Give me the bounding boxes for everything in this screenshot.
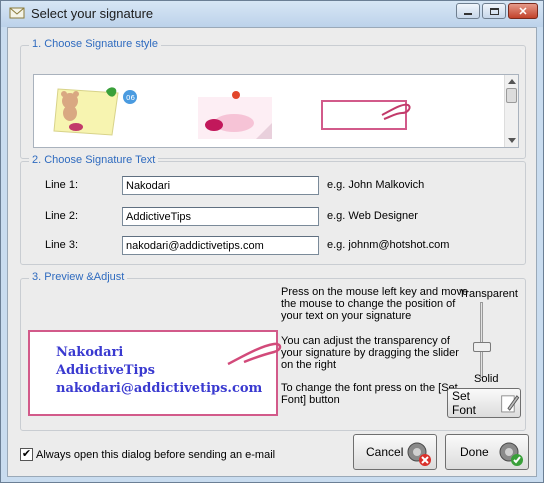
- minimize-button[interactable]: [456, 3, 480, 19]
- signature-style-group: 1. Choose Signature style 06: [20, 38, 526, 159]
- envelope-icon: [9, 7, 25, 19]
- signature-style-list[interactable]: 06: [33, 74, 519, 148]
- pen-paper-icon: [500, 395, 519, 413]
- cancel-gear-icon: [407, 442, 431, 466]
- line3-input[interactable]: [122, 236, 319, 255]
- paperclip-card-icon: [321, 100, 411, 130]
- preview-line1[interactable]: Nakodari: [56, 345, 123, 360]
- lips-note-icon: [198, 91, 272, 139]
- title-bar[interactable]: Select your signature ✕: [1, 1, 543, 27]
- preview-adjust-heading: 3. Preview &Adjust: [29, 271, 128, 283]
- maximize-icon: [489, 7, 499, 15]
- style-thumb-teddy[interactable]: 06: [48, 83, 144, 139]
- always-open-checkbox[interactable]: ✔: [20, 448, 33, 461]
- line3-example: e.g. johnm@hotshot.com: [327, 239, 450, 251]
- close-button[interactable]: ✕: [508, 3, 538, 19]
- line1-label: Line 1:: [45, 179, 79, 191]
- close-icon: ✕: [518, 5, 528, 18]
- scroll-thumb[interactable]: [506, 88, 517, 103]
- svg-text:06: 06: [126, 94, 135, 102]
- line3-label: Line 3:: [45, 239, 79, 251]
- minimize-icon: [464, 13, 472, 15]
- move-hint: Press on the mouse left key and move the…: [281, 286, 469, 322]
- font-hint: To change the font press on the [Set Fon…: [281, 382, 458, 406]
- line2-example: e.g. Web Designer: [327, 210, 418, 222]
- cancel-button[interactable]: Cancel: [353, 434, 437, 470]
- always-open-label[interactable]: Always open this dialog before sending a…: [36, 449, 275, 461]
- preview-line2[interactable]: AddictiveTips: [56, 363, 155, 378]
- transparency-slider[interactable]: [480, 302, 483, 378]
- signature-text-group: 2. Choose Signature Text Line 1: e.g. Jo…: [20, 154, 526, 265]
- dialog-window: Select your signature ✕ 1. Choose Signat…: [0, 0, 544, 483]
- line2-input[interactable]: [122, 207, 319, 226]
- style-list-scrollbar[interactable]: [504, 75, 518, 147]
- transparency-slider-thumb[interactable]: [473, 341, 491, 352]
- style-thumb-paperclip[interactable]: [318, 83, 414, 139]
- signature-preview[interactable]: Nakodari AddictiveTips nakodari@addictiv…: [28, 330, 282, 416]
- scroll-up-icon[interactable]: [508, 79, 516, 84]
- signature-text-heading: 2. Choose Signature Text: [29, 154, 159, 166]
- line1-example: e.g. John Malkovich: [327, 179, 425, 191]
- teddy-note-icon: 06: [53, 87, 137, 136]
- dialog-body: 1. Choose Signature style 06 2. Choose S…: [7, 27, 537, 477]
- transparent-label: Transparent: [459, 288, 518, 300]
- maximize-button[interactable]: [482, 3, 506, 19]
- signature-style-heading: 1. Choose Signature style: [29, 38, 161, 50]
- preview-line3[interactable]: nakodari@addictivetips.com: [56, 381, 262, 396]
- transparency-hint: You can adjust the transparency of your …: [281, 335, 459, 371]
- checkmark-icon: ✔: [21, 448, 32, 460]
- line1-input[interactable]: [122, 176, 319, 195]
- done-button[interactable]: Done: [445, 434, 529, 470]
- set-font-button[interactable]: Set Font: [447, 388, 521, 418]
- done-gear-icon: [499, 442, 523, 466]
- window-title: Select your signature: [31, 6, 154, 21]
- scroll-down-icon[interactable]: [508, 138, 516, 143]
- solid-label: Solid: [474, 373, 499, 385]
- line2-label: Line 2:: [45, 210, 79, 222]
- paperclip-icon: [227, 342, 282, 366]
- style-thumb-lips[interactable]: [194, 83, 290, 139]
